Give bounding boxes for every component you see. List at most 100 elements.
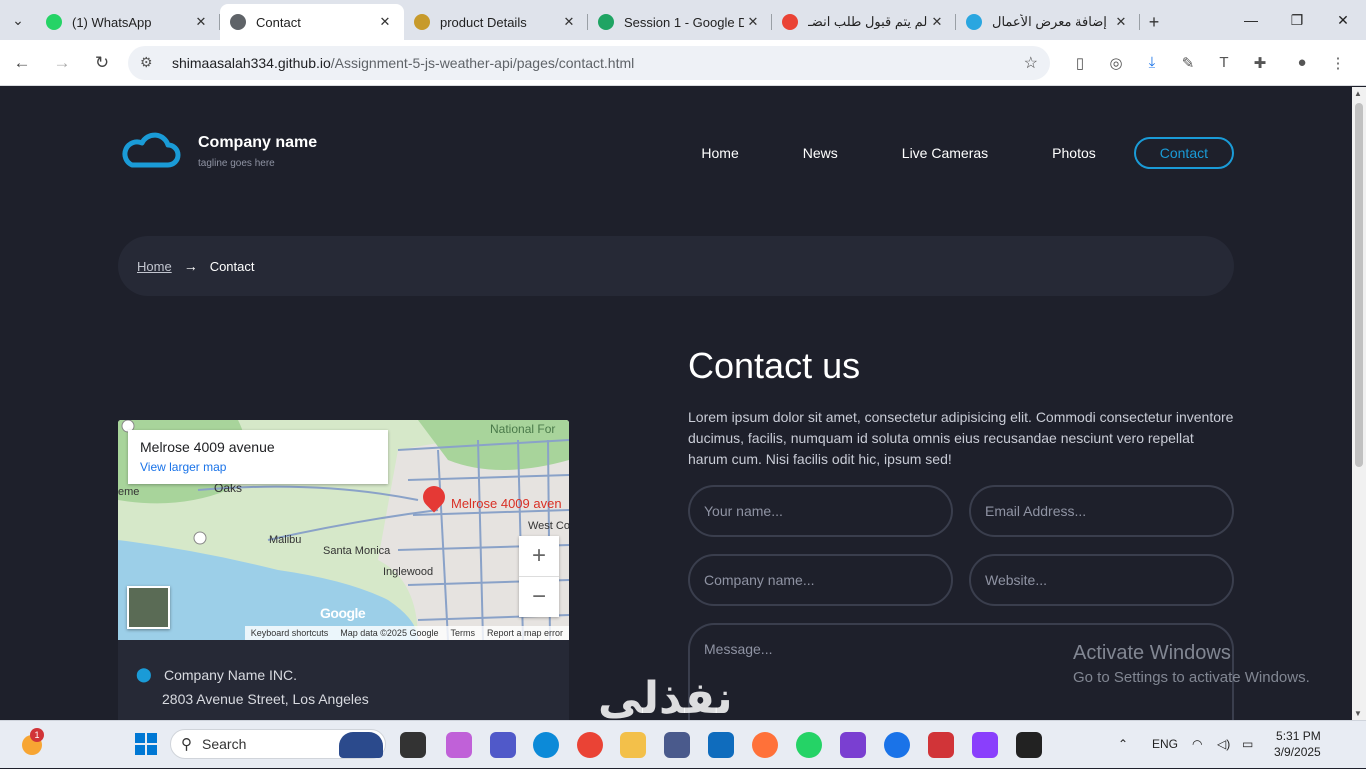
- tray-chevron-icon[interactable]: ⌃: [1118, 720, 1128, 768]
- forward-icon[interactable]: →: [44, 45, 80, 81]
- tab-title: Session 1 - Google D: [624, 14, 744, 30]
- calculator-icon[interactable]: [664, 732, 690, 758]
- extension-doc-icon[interactable]: ▯: [1062, 45, 1098, 81]
- close-tab-icon[interactable]: ✕: [376, 14, 394, 30]
- nav-home[interactable]: Home: [701, 145, 738, 161]
- scroll-up-icon[interactable]: ▲: [1354, 89, 1362, 98]
- task-view-icon[interactable]: [400, 732, 426, 758]
- firefox-icon[interactable]: [752, 732, 778, 758]
- extensions-puzzle-icon[interactable]: ✚: [1242, 45, 1278, 81]
- map-zoom-controls: + −: [519, 536, 559, 617]
- nav-news[interactable]: News: [803, 145, 838, 161]
- address-bar[interactable]: ⚙ shimaasalah334.github.io /Assignment-5…: [128, 45, 1050, 80]
- new-tab-button[interactable]: +: [1140, 4, 1168, 40]
- snipping-tool-icon[interactable]: [928, 732, 954, 758]
- wifi-icon[interactable]: ◠: [1192, 720, 1202, 768]
- terms-link[interactable]: Terms: [444, 628, 481, 638]
- zoom-out-icon[interactable]: −: [519, 577, 559, 617]
- search-icon: ⚲: [181, 736, 192, 753]
- volume-icon[interactable]: ◁): [1217, 720, 1230, 768]
- widgets-button[interactable]: 1: [0, 721, 60, 769]
- browser-tab[interactable]: إضافة معرض الأعمال ✕: [956, 4, 1140, 40]
- tab-separator: [1139, 14, 1140, 30]
- chrome-profile-icon[interactable]: [884, 732, 910, 758]
- edge-icon[interactable]: [533, 732, 559, 758]
- page-scrollbar[interactable]: ▲ ▼: [1352, 87, 1366, 720]
- tab-search-button[interactable]: ⌄: [0, 0, 36, 40]
- browser-tab[interactable]: (1) WhatsApp ✕: [36, 4, 220, 40]
- text-extension-icon[interactable]: T: [1206, 45, 1242, 81]
- close-tab-icon[interactable]: ✕: [1112, 14, 1130, 30]
- view-larger-map-link[interactable]: View larger map: [140, 460, 376, 474]
- website-field[interactable]: Website...: [969, 554, 1234, 606]
- name-field[interactable]: Your name...: [688, 485, 953, 537]
- window-controls: — ❐ ✕: [1228, 0, 1366, 40]
- nav-photos[interactable]: Photos: [1052, 145, 1096, 161]
- extension-circle-icon[interactable]: ◎: [1098, 45, 1134, 81]
- media-app-icon[interactable]: [1016, 732, 1042, 758]
- map-label-national-forest: National For: [490, 422, 556, 436]
- site-logo[interactable]: Company name tagline goes here: [118, 131, 317, 171]
- windows-start-icon[interactable]: [134, 732, 158, 756]
- keyboard-shortcuts-link[interactable]: Keyboard shortcuts: [245, 628, 335, 638]
- tagline: tagline goes here: [198, 157, 275, 169]
- close-tab-icon[interactable]: ✕: [928, 14, 946, 30]
- site-info-icon[interactable]: ⚙: [140, 54, 162, 71]
- system-clock[interactable]: 5:31 PM 3/9/2025: [1274, 728, 1321, 760]
- teams-icon[interactable]: [490, 732, 516, 758]
- activate-windows-notice: Activate Windows Go to Settings to activ…: [1073, 642, 1310, 686]
- tab-title: لم يتم قبول طلب انضـ: [808, 14, 928, 29]
- map-footer: Keyboard shortcuts Map data ©2025 Google…: [244, 626, 569, 640]
- scrollbar-thumb[interactable]: [1355, 103, 1363, 467]
- back-icon[interactable]: ←: [4, 45, 40, 81]
- download-icon[interactable]: ⤓: [1134, 45, 1170, 81]
- browser-tab[interactable]: product Details ✕: [404, 4, 588, 40]
- breadcrumb: Home → Contact: [118, 236, 1234, 296]
- google-map-embed[interactable]: National For Oaks eme Malibu Santa Monic…: [118, 420, 569, 640]
- browser-tab[interactable]: Contact ✕: [220, 4, 404, 40]
- copilot-icon[interactable]: [446, 732, 472, 758]
- minimize-icon[interactable]: —: [1228, 0, 1274, 40]
- microsoft365-icon[interactable]: [840, 732, 866, 758]
- close-tab-icon[interactable]: ✕: [560, 14, 578, 30]
- close-window-icon[interactable]: ✕: [1320, 0, 1366, 40]
- nav-contact[interactable]: Contact: [1133, 137, 1234, 169]
- browser-tab[interactable]: لم يتم قبول طلب انضـ ✕: [772, 4, 956, 40]
- whatsapp-icon: [46, 14, 62, 30]
- bookmark-star-icon[interactable]: ☆: [1024, 53, 1038, 73]
- chrome-menu-icon[interactable]: ⋮: [1320, 45, 1356, 81]
- tab-title: product Details: [440, 14, 527, 30]
- activate-windows-subtitle: Go to Settings to activate Windows.: [1073, 669, 1310, 686]
- site-icon: [966, 14, 982, 30]
- mail-icon[interactable]: [708, 732, 734, 758]
- file-explorer-icon[interactable]: [620, 732, 646, 758]
- map-place-card: Melrose 4009 avenue View larger map: [128, 430, 388, 484]
- cloud-logo-icon: [122, 132, 181, 168]
- profile-avatar-icon[interactable]: ●: [1284, 45, 1320, 81]
- arrow-right-icon: →: [183, 258, 198, 274]
- company-field[interactable]: Company name...: [688, 554, 953, 606]
- google-logo: Google: [320, 605, 366, 621]
- whatsapp-icon[interactable]: [796, 732, 822, 758]
- chrome-icon[interactable]: [577, 732, 603, 758]
- satellite-toggle[interactable]: [127, 586, 170, 629]
- scroll-down-icon[interactable]: ▼: [1354, 709, 1362, 718]
- language-indicator[interactable]: ENG: [1152, 720, 1178, 768]
- report-map-error-link[interactable]: Report a map error: [481, 628, 569, 638]
- email-field[interactable]: Email Address...: [969, 485, 1234, 537]
- browser-toolbar: ← → ↻ ⚙ shimaasalah334.github.io /Assign…: [0, 40, 1366, 86]
- watermark-logo: نفذلي: [598, 673, 733, 720]
- company-name: Company name: [198, 133, 318, 151]
- zoom-in-icon[interactable]: +: [519, 536, 559, 576]
- close-tab-icon[interactable]: ✕: [744, 14, 762, 30]
- battery-icon[interactable]: ▭: [1242, 720, 1253, 768]
- nav-live-cameras[interactable]: Live Cameras: [902, 145, 988, 161]
- reload-icon[interactable]: ↻: [84, 45, 120, 81]
- eyedropper-icon[interactable]: ✎: [1170, 45, 1206, 81]
- close-tab-icon[interactable]: ✕: [192, 14, 210, 30]
- browser-tab[interactable]: Session 1 - Google D ✕: [588, 4, 772, 40]
- clipchamp-icon[interactable]: [972, 732, 998, 758]
- breadcrumb-home-link[interactable]: Home: [137, 259, 172, 274]
- search-highlight-icon[interactable]: [339, 732, 383, 758]
- restore-icon[interactable]: ❐: [1274, 0, 1320, 40]
